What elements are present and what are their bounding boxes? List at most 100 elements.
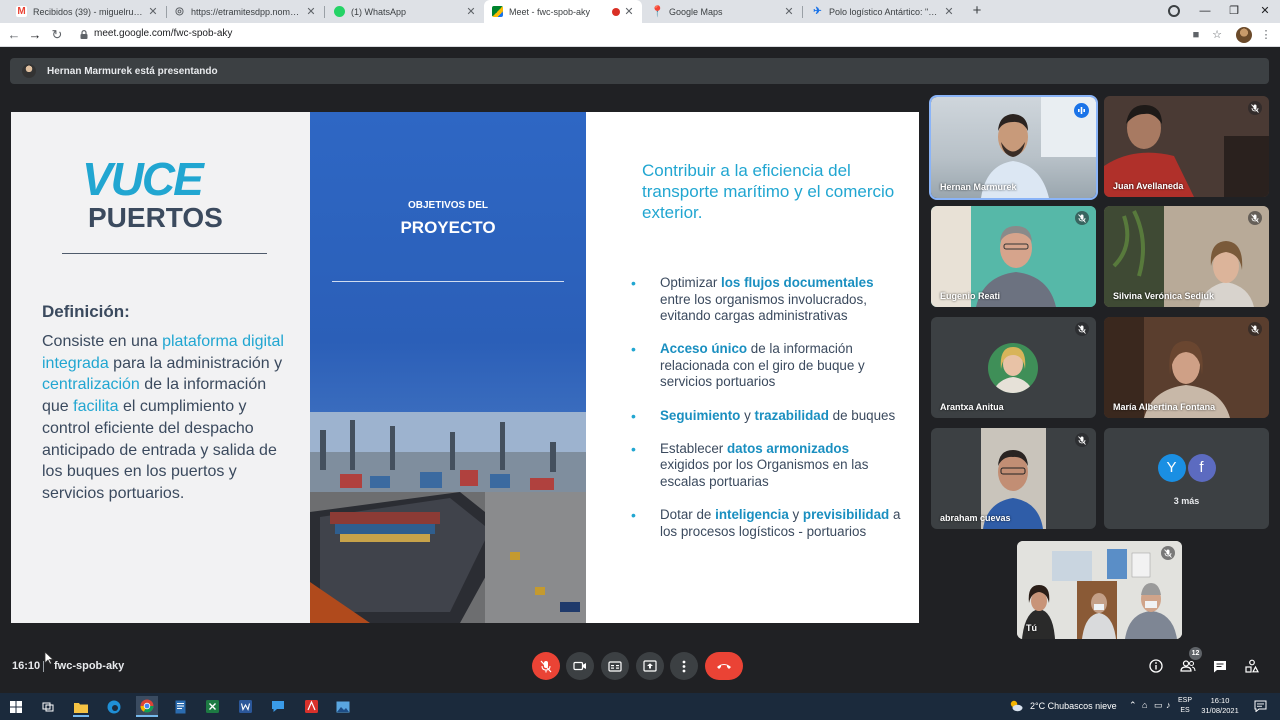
document-icon[interactable]	[169, 696, 191, 717]
globe-icon: ◎	[175, 6, 184, 17]
people-icon	[1180, 660, 1196, 672]
tab-meet[interactable]: Meet - fwc-spob-aky ✕	[484, 0, 642, 23]
close-tab-icon[interactable]: ✕	[784, 5, 794, 18]
present-screen-button[interactable]	[636, 652, 664, 680]
slide-right-panel: Contribuir a la eficiencia del transport…	[586, 112, 919, 623]
vuce-logo: VUCE	[82, 153, 204, 205]
forward-icon[interactable]: →	[26, 26, 44, 44]
slide-middle-panel: OBJETIVOS DEL PROYECTO	[310, 112, 586, 623]
mouse-cursor-icon	[44, 651, 54, 665]
tab-title: Meet - fwc-spob-aky	[509, 6, 591, 17]
news-icon: ✈	[813, 6, 822, 17]
photos-app-icon[interactable]	[332, 696, 354, 717]
definition-title: Definición:	[42, 302, 130, 321]
taskbar-clock[interactable]: 16:10 31/08/2021	[1200, 696, 1240, 716]
close-tab-icon[interactable]: ✕	[944, 5, 954, 18]
tab-title: (1) WhatsApp	[351, 6, 407, 17]
chat-button[interactable]	[1211, 657, 1229, 675]
mic-toggle-button[interactable]	[532, 652, 560, 680]
tab-google-maps[interactable]: 📍 Google Maps ✕	[644, 0, 802, 23]
input-language[interactable]: ESP ES	[1178, 696, 1192, 716]
participant-name: Eugenio Reati	[940, 291, 1001, 301]
back-icon[interactable]: ←	[5, 26, 23, 44]
meeting-code: fwc-spob-aky	[54, 660, 125, 672]
volume-icon[interactable]: ♪	[1166, 700, 1171, 710]
tab-title: Google Maps	[669, 6, 723, 17]
mic-off-icon	[1161, 546, 1175, 560]
participant-tile[interactable]: Silvina Verónica Sediuk	[1104, 206, 1269, 307]
list-item: Optimizar los flujos documentales entre …	[631, 275, 901, 325]
gmail-icon: M	[16, 6, 27, 17]
network-icon[interactable]: ⌂	[1142, 700, 1147, 710]
participant-tile[interactable]: Hernan Marmurek	[929, 95, 1098, 200]
participant-tile[interactable]: abraham cuevas	[931, 428, 1096, 529]
tab-title: Polo logístico Antártico: "Debem	[829, 6, 940, 17]
captions-button[interactable]	[601, 652, 629, 680]
presenter-avatar	[22, 64, 36, 78]
tray-chevron-up-icon[interactable]: ⌃	[1129, 700, 1137, 711]
chat-app-icon[interactable]	[267, 696, 289, 717]
task-view-icon[interactable]	[37, 696, 59, 717]
tab-search-icon[interactable]	[1168, 5, 1180, 17]
tab-whatsapp[interactable]: (1) WhatsApp ✕	[326, 0, 484, 23]
chrome-icon[interactable]	[136, 696, 158, 717]
file-explorer-icon[interactable]	[70, 696, 92, 717]
chat-icon	[1214, 660, 1226, 672]
windows-taskbar: 2°C Chubascos nieve ⌃ ⌂ ▭ ♪ ESP ES 16:10 3…	[0, 693, 1280, 720]
list-item: Establecer datos armonizados exigidos po…	[631, 441, 901, 491]
minimize-icon[interactable]: —	[1190, 0, 1220, 23]
self-view-tile[interactable]: Tú	[1017, 541, 1182, 639]
activities-button[interactable]	[1243, 657, 1261, 675]
divider	[332, 281, 564, 282]
participant-tile[interactable]: María Albertina Fontana	[1104, 317, 1269, 418]
participant-name: Hernan Marmurek	[940, 182, 1017, 192]
tab-etramites[interactable]: ◎ https://etramitesdpp.nomadesoft ✕	[166, 0, 324, 23]
profile-avatar[interactable]	[1236, 27, 1252, 43]
list-item: Seguimiento y trazabilidad de buques	[631, 408, 901, 425]
present-icon	[643, 660, 657, 672]
list-item: Acceso único de la información relaciona…	[631, 341, 901, 391]
participant-name: María Albertina Fontana	[1113, 402, 1216, 412]
notifications-icon[interactable]	[1254, 700, 1267, 712]
acrobat-icon[interactable]	[300, 696, 322, 717]
close-tab-icon[interactable]: ✕	[306, 5, 316, 18]
weather-icon	[1010, 700, 1023, 712]
close-tab-icon[interactable]: ✕	[624, 5, 634, 18]
participant-tile[interactable]: Juan Avellaneda	[1104, 96, 1269, 197]
close-tab-icon[interactable]: ✕	[148, 5, 158, 18]
camera-toggle-button[interactable]	[566, 652, 594, 680]
weather-text[interactable]: 2°C Chubascos nieve	[1030, 701, 1117, 711]
new-tab-button[interactable]: +	[968, 2, 986, 20]
leave-call-button[interactable]	[705, 652, 743, 680]
avatar: Y	[1157, 454, 1186, 482]
close-tab-icon[interactable]: ✕	[466, 5, 476, 18]
tab-gmail[interactable]: M Recibidos (39) - miguelrushuaia@ ✕	[8, 0, 166, 23]
port-ship-photo	[310, 412, 586, 623]
bookmark-star-icon[interactable]: ☆	[1209, 27, 1225, 43]
camera-icon	[573, 661, 586, 671]
chrome-menu-icon[interactable]: ⋮	[1258, 27, 1274, 43]
camera-in-use-icon[interactable]: ■	[1188, 27, 1204, 43]
edge-icon[interactable]	[103, 696, 125, 717]
participant-name: Arantxa Anitua	[940, 402, 1004, 412]
reload-icon[interactable]: ↻	[48, 26, 66, 44]
presented-slide: VUCE PUERTOS Definición: Consiste en una…	[11, 112, 919, 623]
meeting-clock: 16:10	[12, 660, 41, 672]
meeting-details-button[interactable]	[1147, 657, 1165, 675]
participant-tile[interactable]: Eugenio Reati	[931, 206, 1096, 307]
participant-tile[interactable]: Arantxa Anitua	[931, 317, 1096, 418]
word-icon[interactable]	[234, 696, 256, 717]
more-participants-label: 3 más	[1173, 496, 1200, 506]
windows-start-icon[interactable]	[5, 696, 27, 717]
battery-icon[interactable]: ▭	[1154, 700, 1163, 711]
close-window-icon[interactable]: ✕	[1250, 0, 1280, 23]
address-bar[interactable]: meet.google.com/fwc-spob-aky	[94, 28, 232, 39]
restore-icon[interactable]: ❐	[1219, 0, 1249, 23]
participant-name: abraham cuevas	[940, 513, 1011, 523]
more-options-button[interactable]	[670, 652, 698, 680]
excel-icon[interactable]	[201, 696, 223, 717]
definition-text: Consiste en una plataforma digital integ…	[42, 333, 284, 502]
tab-news[interactable]: ✈ Polo logístico Antártico: "Debem ✕	[804, 0, 962, 23]
more-participants-tile[interactable]: Yf 3 más	[1104, 428, 1269, 529]
meet-stage: Hernan Marmurek está presentando VUCE PU…	[0, 48, 1280, 693]
